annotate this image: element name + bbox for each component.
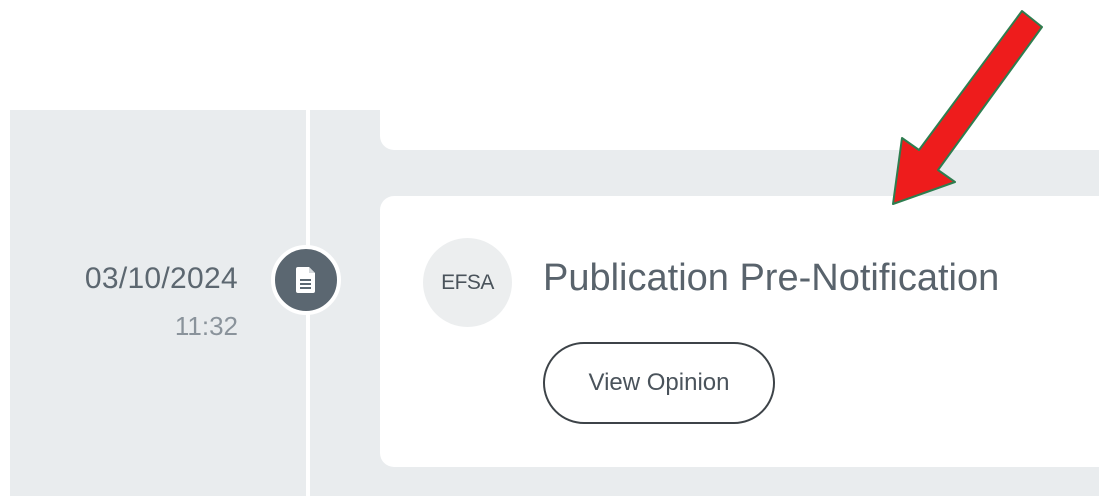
event-time: 11:32 (174, 311, 238, 341)
timeline-event-node (271, 245, 341, 315)
event-title: Publication Pre-Notification (543, 257, 1000, 299)
event-date: 03/10/2024 (84, 262, 238, 295)
document-icon (296, 267, 315, 293)
org-avatar: EFSA (423, 238, 512, 327)
view-opinion-button[interactable]: View Opinion (543, 342, 775, 424)
event-card (380, 196, 1099, 467)
previous-event-card (380, 80, 1099, 150)
